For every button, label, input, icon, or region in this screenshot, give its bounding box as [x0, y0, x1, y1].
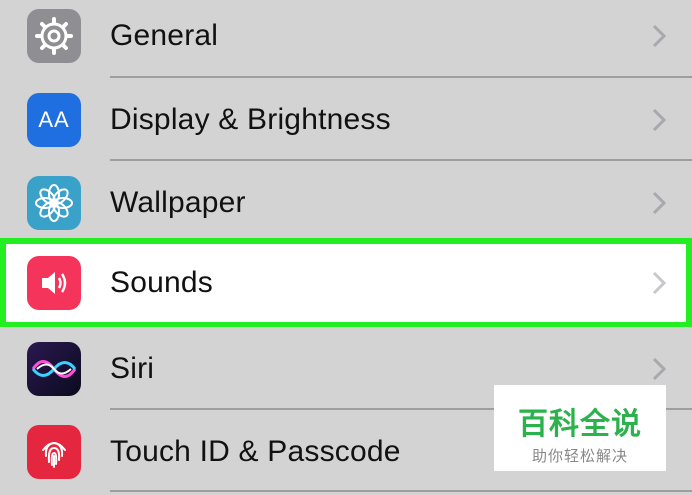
fingerprint-icon: [27, 424, 81, 479]
settings-item-label: Touch ID & Passcode: [110, 434, 401, 468]
settings-item-label: Wallpaper: [110, 185, 246, 219]
flower-icon: [27, 175, 81, 230]
settings-item-general[interactable]: General: [0, 0, 692, 77]
watermark-subtitle: 助你轻松解决: [531, 447, 628, 465]
gear-icon: [27, 8, 81, 63]
siri-icon: [27, 341, 81, 396]
watermark-title: 百科全说: [518, 407, 642, 442]
divider: [110, 490, 692, 492]
chevron-right-icon: [652, 271, 666, 295]
chevron-right-icon: [652, 24, 666, 47]
watermark: 百科全说 助你轻松解决: [494, 385, 666, 471]
settings-item-label: Siri: [110, 351, 155, 385]
chevron-right-icon: [652, 108, 666, 131]
settings-item-wallpaper[interactable]: Wallpaper: [0, 161, 692, 244]
settings-item-display-brightness[interactable]: AA Display & Brightness: [0, 78, 692, 161]
settings-item-label: General: [110, 18, 219, 52]
text-size-icon: AA: [27, 92, 81, 147]
chevron-right-icon: [652, 357, 666, 380]
settings-item-label: Sounds: [110, 266, 213, 299]
speaker-icon: [27, 256, 81, 310]
settings-item-label: Display & Brightness: [110, 102, 391, 136]
display-icon-text: AA: [38, 106, 70, 132]
settings-item-sounds[interactable]: Sounds: [0, 238, 692, 328]
chevron-right-icon: [652, 191, 666, 214]
